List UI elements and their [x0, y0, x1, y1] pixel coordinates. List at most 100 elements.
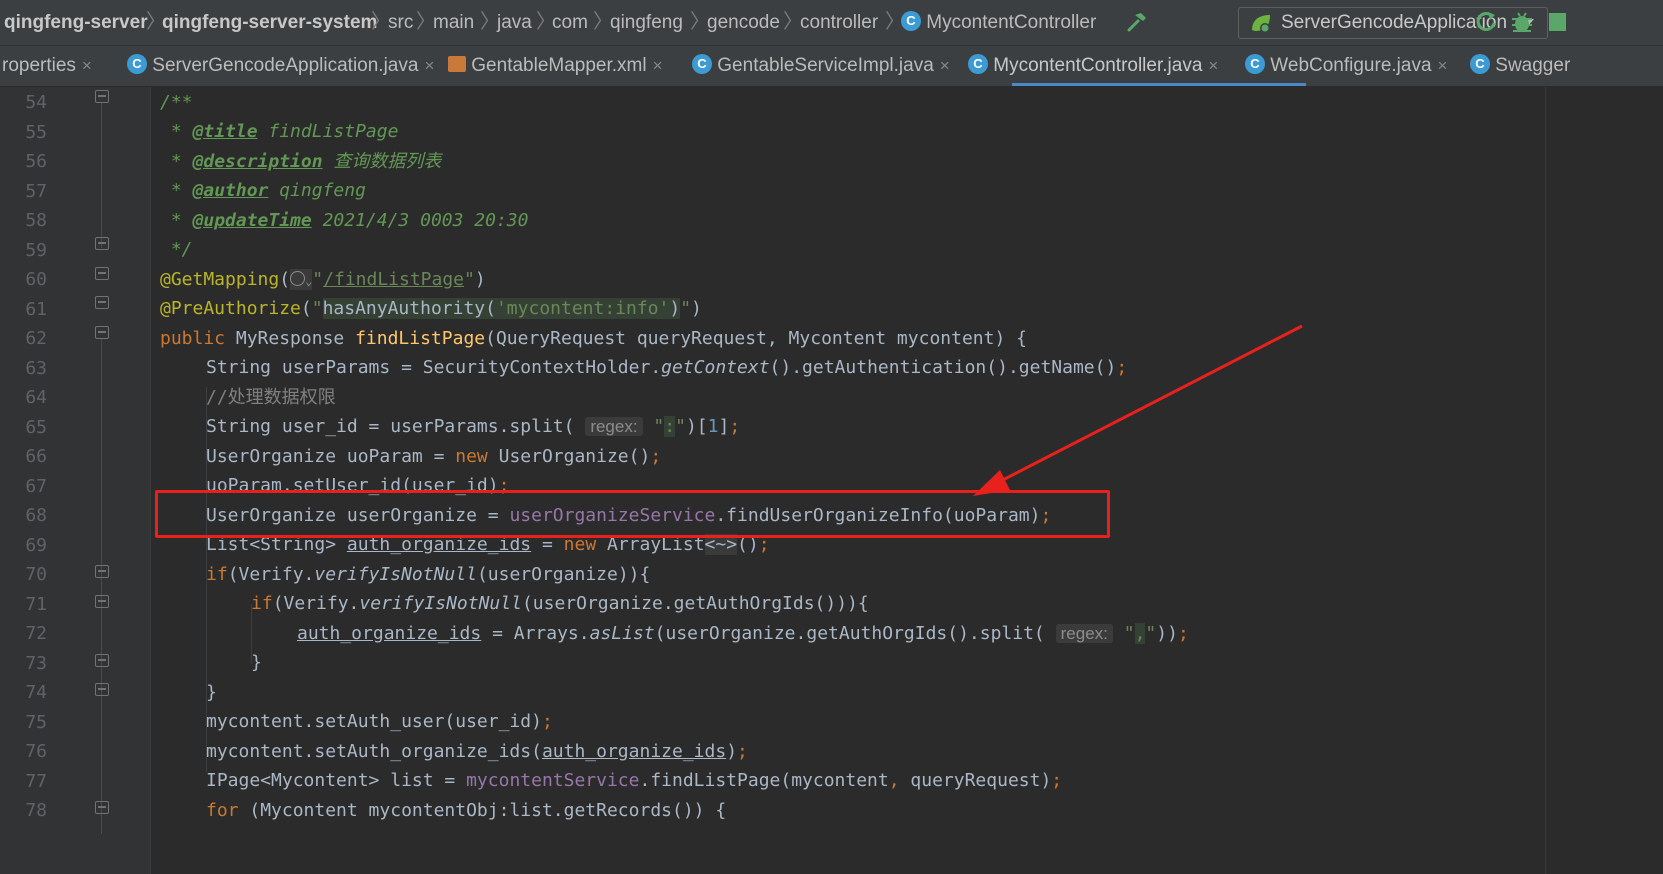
doc-comment: /**: [160, 92, 193, 113]
line-number: 76: [25, 741, 47, 762]
static-method: verifyIsNotNull: [314, 564, 477, 585]
run-configuration-dropdown[interactable]: ServerGencodeApplication: [1238, 7, 1548, 39]
editor-gutter: 54 55 56 57 58 59 60 61 62 63 64 65 66 6…: [0, 87, 151, 874]
tab-label: GentableServiceImpl.java: [717, 55, 934, 76]
tab-mycontent-controller[interactable]: C MycontentController.java ×: [968, 46, 1218, 86]
stop-icon[interactable]: [1546, 10, 1566, 34]
tab-properties[interactable]: roperties ×: [2, 46, 92, 86]
tab-server-gencode-application[interactable]: C ServerGencodeApplication.java ×: [127, 46, 434, 86]
fold-icon[interactable]: [95, 237, 109, 250]
line-number: 56: [25, 151, 47, 172]
line-number: 54: [25, 92, 47, 113]
line-number: 71: [25, 594, 47, 615]
fold-icon[interactable]: [95, 654, 109, 667]
annotation: @PreAuthorize: [160, 298, 301, 319]
fold-icon[interactable]: [95, 683, 109, 696]
close-icon[interactable]: ×: [940, 56, 950, 75]
doc-tag: @updateTime: [192, 210, 312, 231]
breadcrumb-gencode[interactable]: gencode: [707, 0, 780, 45]
parameter-hint: regex:: [585, 417, 643, 436]
breadcrumb-main[interactable]: main: [433, 0, 474, 45]
string-literal: ": [464, 269, 475, 290]
fold-icon[interactable]: [95, 296, 109, 309]
breadcrumb-com[interactable]: com: [552, 0, 588, 45]
doc-comment: 查询数据列表: [322, 151, 442, 172]
breadcrumb-class-label: MycontentController: [926, 12, 1097, 33]
code-line-73: }: [251, 652, 262, 673]
close-icon[interactable]: ×: [1438, 56, 1448, 75]
tab-web-configure[interactable]: C WebConfigure.java ×: [1245, 46, 1447, 86]
debug-bug-icon[interactable]: [1510, 9, 1534, 35]
parameter-hint: regex:: [1055, 624, 1113, 643]
fold-icon[interactable]: [95, 90, 109, 103]
code-line-55: * @title findListPage: [160, 116, 399, 147]
fold-icon[interactable]: [95, 565, 109, 578]
breadcrumb-qingfeng[interactable]: qingfeng: [610, 0, 683, 45]
reassigned-variable: auth_organize_ids: [297, 623, 482, 644]
breadcrumb-project[interactable]: qingfeng-server: [4, 0, 148, 45]
line-number: 58: [25, 210, 47, 231]
breadcrumb-java[interactable]: java: [497, 0, 532, 45]
tab-label: GentableMapper.xml: [471, 55, 647, 76]
close-icon[interactable]: ×: [1208, 56, 1218, 75]
spring-boot-icon: [1252, 15, 1270, 33]
doc-comment: findListPage: [257, 121, 399, 142]
editor-right-margin: [1545, 87, 1546, 874]
static-method: asList: [589, 623, 655, 644]
tab-label: MycontentController.java: [993, 55, 1203, 76]
static-method: verifyIsNotNull: [359, 593, 522, 614]
tab-label: ServerGencodeApplication.java: [152, 55, 419, 76]
breadcrumb-src[interactable]: src: [388, 0, 413, 45]
fold-guide: [101, 102, 102, 248]
line-number: 73: [25, 653, 47, 674]
rerun-icon[interactable]: [1474, 10, 1498, 34]
code-line-71: if(Verify.verifyIsNotNull(userOrganize.g…: [251, 593, 869, 614]
code-line-56: * @description 查询数据列表: [160, 146, 442, 177]
code-line-74: }: [206, 682, 217, 703]
string-literal: ": [680, 298, 692, 319]
close-icon[interactable]: ×: [82, 56, 92, 75]
breadcrumb-module[interactable]: qingfeng-server-system: [162, 0, 377, 45]
url-link[interactable]: /findListPage: [323, 269, 464, 290]
highlight-box: [155, 490, 1110, 538]
code-editor[interactable]: 54 55 56 57 58 59 60 61 62 63 64 65 66 6…: [0, 87, 1663, 874]
line-number: 70: [25, 564, 47, 585]
code-line-66: UserOrganize uoParam = new UserOrganize(…: [206, 446, 662, 467]
code-line-65: String user_id = userParams.split( regex…: [206, 416, 741, 437]
tab-gentable-mapper-xml[interactable]: GentableMapper.xml ×: [448, 46, 663, 86]
tab-gentable-service-impl[interactable]: C GentableServiceImpl.java ×: [692, 46, 950, 86]
reassigned-variable: auth_organize_ids: [541, 741, 727, 762]
fold-icon[interactable]: [95, 326, 109, 339]
breadcrumb-class[interactable]: C MycontentController: [901, 0, 1096, 45]
tab-label: WebConfigure.java: [1270, 55, 1432, 76]
line-number: 55: [25, 122, 47, 143]
doc-tag: @description: [192, 151, 323, 172]
xml-file-icon: [448, 55, 466, 72]
build-hammer-icon[interactable]: [1125, 10, 1149, 34]
line-number: 61: [25, 299, 47, 320]
fold-icon[interactable]: [95, 267, 109, 280]
line-number: 64: [25, 387, 47, 408]
doc-comment: */: [160, 239, 193, 260]
method-name: findListPage: [355, 328, 486, 349]
tab-label: Swagger: [1495, 55, 1571, 76]
line-number: 68: [25, 505, 47, 526]
tab-swagger[interactable]: C Swagger: [1470, 46, 1570, 86]
line-number: 72: [25, 623, 47, 644]
close-icon[interactable]: ×: [653, 56, 663, 75]
field-reference: mycontentService: [466, 770, 640, 791]
line-number: 78: [25, 800, 47, 821]
tab-label: roperties: [2, 55, 76, 76]
endpoint-globe-icon[interactable]: ⌄: [290, 269, 313, 290]
fold-icon[interactable]: [95, 801, 109, 814]
code-line-61: @PreAuthorize("hasAnyAuthority('myconten…: [160, 298, 702, 319]
code-line-58: * @updateTime 2021/4/3 0003 20:30: [160, 205, 529, 236]
breadcrumb-controller[interactable]: controller: [800, 0, 878, 45]
string-literal: ": [312, 269, 324, 290]
line-number: 59: [25, 240, 47, 261]
fold-icon[interactable]: [95, 595, 109, 608]
code-line-72: auth_organize_ids = Arrays.asList(userOr…: [297, 623, 1189, 644]
close-icon[interactable]: ×: [424, 56, 434, 75]
line-number: 60: [25, 269, 47, 290]
line-number: 77: [25, 771, 47, 792]
